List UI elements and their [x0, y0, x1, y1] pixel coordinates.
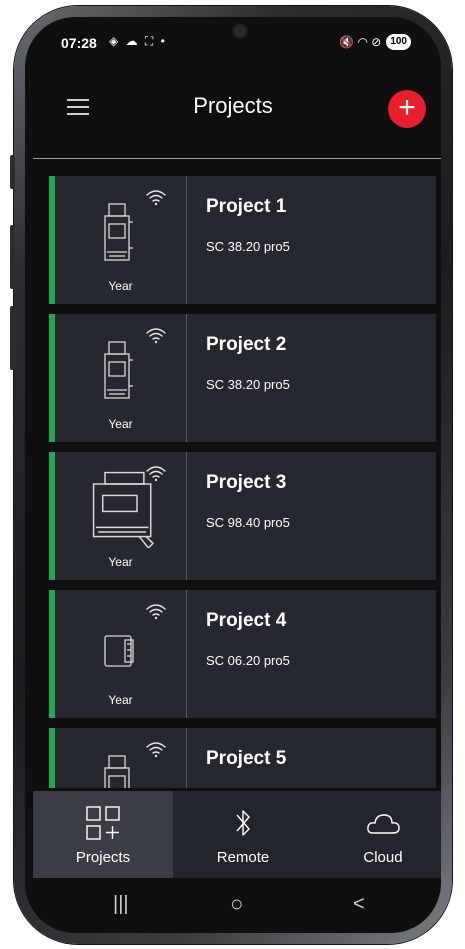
project-year: Year: [108, 693, 133, 707]
din-rail-device-icon: [104, 203, 133, 261]
page-title: Projects: [193, 93, 273, 118]
project-card[interactable]: Year Project 3 SC 98.40 pro5: [49, 452, 436, 580]
recents-button[interactable]: |||: [113, 893, 129, 916]
bottom-navigation: Projects Remote Cloud: [33, 791, 441, 878]
status-icons: 🔇 ◠ ⊘: [339, 35, 382, 49]
notification-icons: ◈ ☁ ⛶ •: [109, 34, 167, 48]
project-model: SC 38.20 pro5: [206, 239, 290, 254]
project-card[interactable]: Year Project 4 SC 06.20 pro5: [49, 590, 436, 718]
project-device-panel: [55, 728, 187, 788]
add-project-button[interactable]: +: [388, 90, 426, 128]
tab-cloud[interactable]: Cloud: [313, 791, 441, 878]
grid-add-icon: [86, 806, 120, 840]
wifi-icon: [146, 604, 166, 620]
project-card[interactable]: Project 5: [49, 728, 436, 788]
status-bar: 07:28 ◈ ☁ ⛶ • 🔇 ◠ ⊘ 100: [25, 31, 441, 53]
project-name: Project 4: [206, 610, 287, 631]
compact-module-device-icon: [104, 635, 134, 667]
project-name: Project 1: [206, 196, 287, 217]
tab-cloud-label: Cloud: [363, 849, 403, 866]
side-button: [10, 306, 15, 370]
tab-remote-label: Remote: [216, 849, 270, 866]
system-status-icons: 🔇 ◠ ⊘ 100: [339, 34, 411, 50]
app-header: Projects +: [25, 85, 441, 145]
battery-icon: 100: [386, 34, 411, 50]
project-device-panel: Year: [55, 452, 187, 580]
tab-projects[interactable]: Projects: [33, 791, 173, 878]
status-time: 07:28: [61, 35, 97, 51]
cloud-icon: [367, 814, 400, 834]
side-button: [10, 155, 15, 189]
din-rail-device-icon: [104, 341, 133, 399]
project-device-panel: Year: [55, 590, 187, 718]
project-name: Project 5: [206, 748, 287, 769]
wifi-icon: [146, 190, 166, 206]
bluetooth-icon: [236, 810, 250, 836]
project-device-panel: Year: [55, 176, 187, 304]
project-list[interactable]: Year Project 1 SC 38.20 pro5 Year Projec…: [25, 176, 441, 788]
project-year: Year: [108, 279, 133, 293]
wifi-icon: [146, 742, 166, 758]
project-year: Year: [108, 555, 133, 569]
tab-remote[interactable]: Remote: [173, 791, 313, 878]
phone-screen: 07:28 ◈ ☁ ⛶ • 🔇 ◠ ⊘ 100 Projects + Year …: [25, 17, 441, 933]
home-button[interactable]: ○: [230, 891, 243, 917]
side-button: [10, 225, 15, 289]
tab-projects-label: Projects: [75, 849, 131, 866]
wifi-icon: [146, 466, 166, 482]
project-model: SC 38.20 pro5: [206, 377, 290, 392]
project-card[interactable]: Year Project 2 SC 38.20 pro5: [49, 314, 436, 442]
project-device-panel: Year: [55, 314, 187, 442]
project-name: Project 2: [206, 334, 287, 355]
project-card[interactable]: Year Project 1 SC 38.20 pro5: [49, 176, 436, 304]
project-model: SC 06.20 pro5: [206, 653, 290, 668]
project-year: Year: [108, 417, 133, 431]
project-name: Project 3: [206, 472, 287, 493]
header-divider: [33, 158, 441, 159]
wifi-icon: [146, 328, 166, 344]
project-model: SC 98.40 pro5: [206, 515, 290, 530]
back-button[interactable]: <: [353, 893, 365, 916]
system-navigation-bar: ||| ○ <: [25, 887, 441, 933]
